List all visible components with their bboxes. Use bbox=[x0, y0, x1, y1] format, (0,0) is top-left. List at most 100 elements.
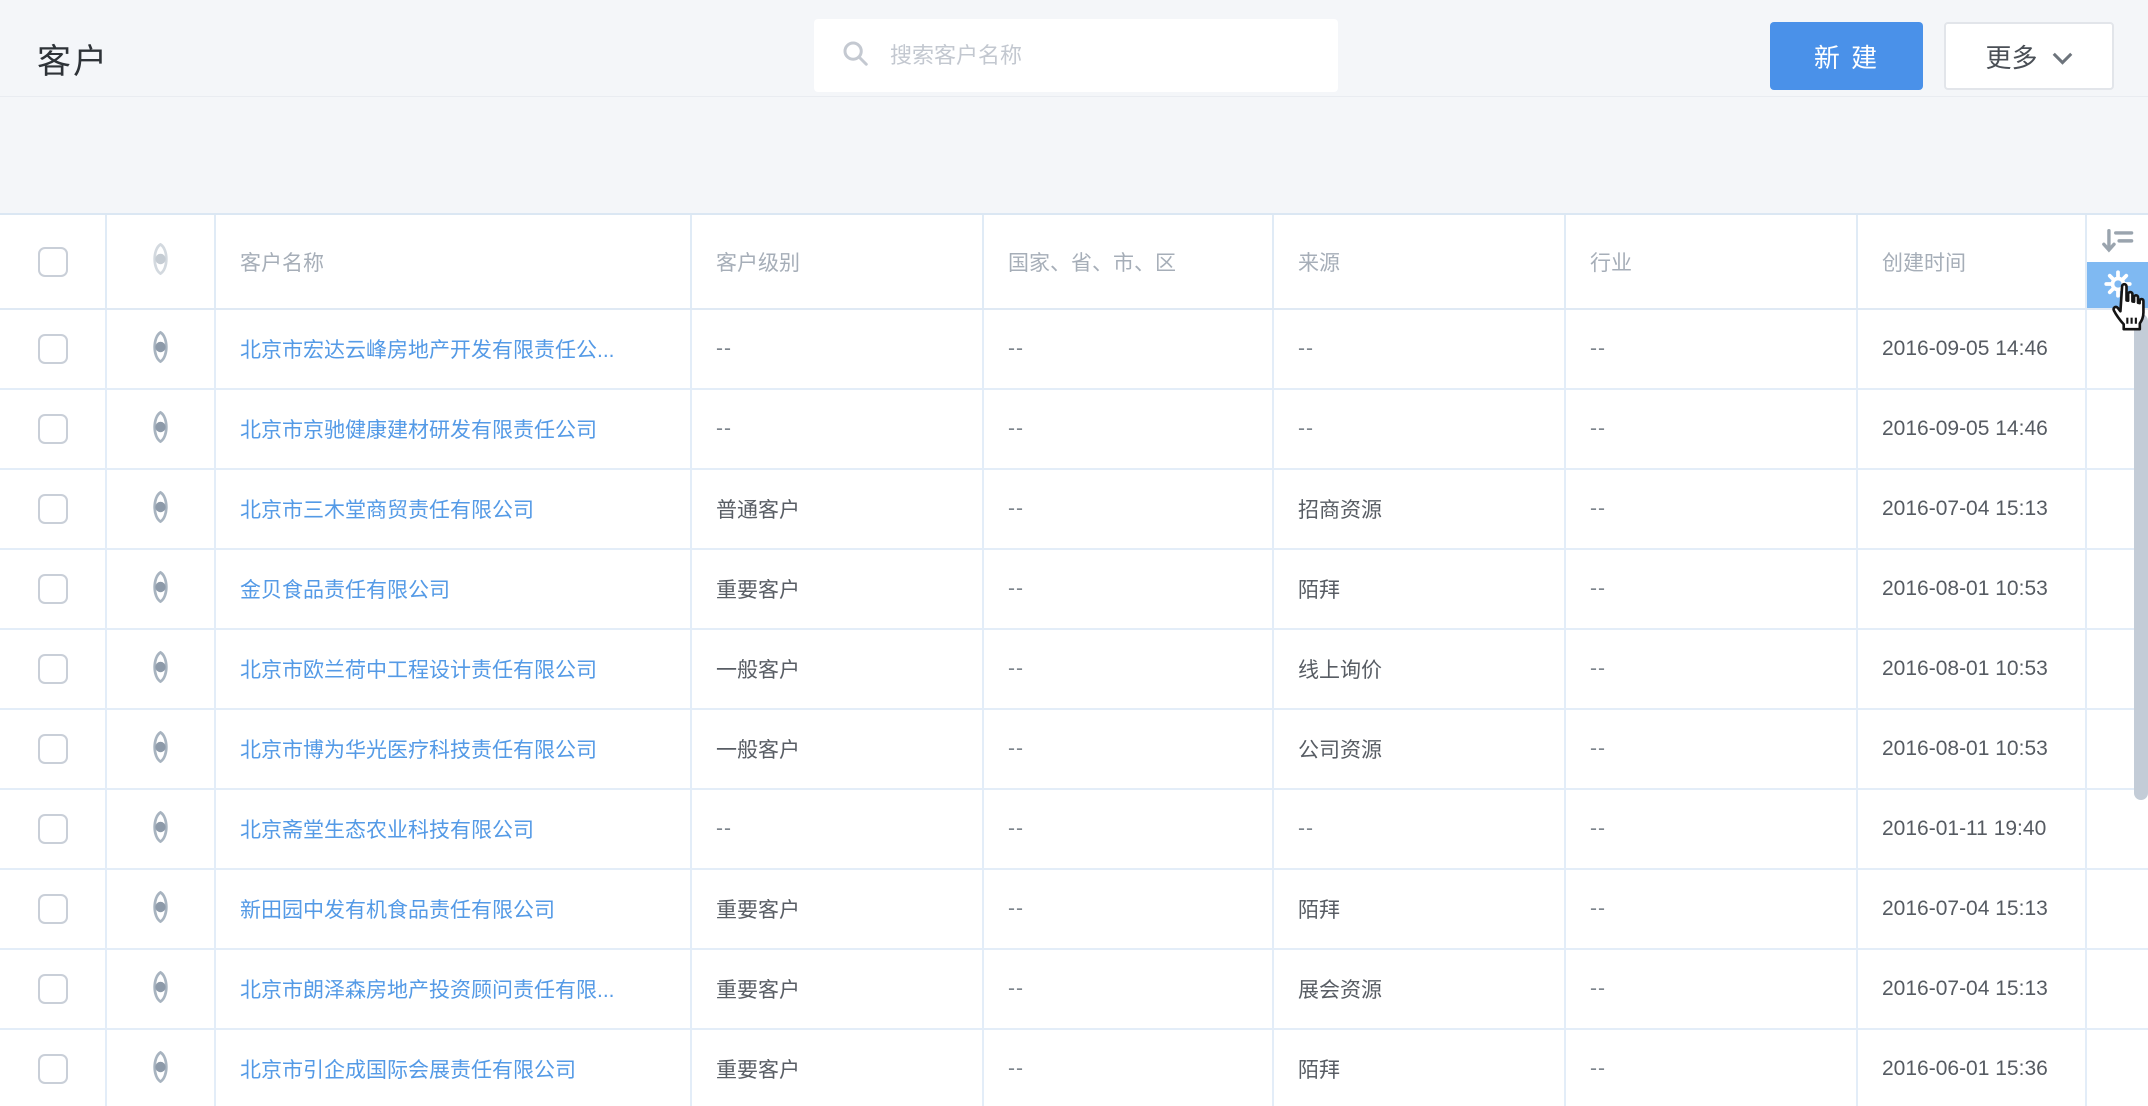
cell-customer-level: 重要客户 bbox=[692, 870, 984, 948]
row-select-cell bbox=[0, 790, 107, 868]
table-row[interactable]: 北京市朗泽森房地产投资顾问责任有限... 重要客户 -- 展会资源 -- 201… bbox=[0, 950, 2148, 1030]
cell-customer-level: 重要客户 bbox=[692, 1030, 984, 1106]
table-row[interactable]: 北京市博为华光医疗科技责任有限公司 一般客户 -- 公司资源 -- 2016-0… bbox=[0, 710, 2148, 790]
cell-region: -- bbox=[984, 950, 1274, 1028]
cell-customer-name: 北京市博为华光医疗科技责任有限公司 bbox=[216, 710, 692, 788]
column-header-source: 来源 bbox=[1274, 215, 1566, 308]
page-title: 客户 bbox=[37, 34, 109, 83]
cell-customer-name: 北京市京驰健康建材研发有限责任公司 bbox=[216, 390, 692, 468]
cell-source: 公司资源 bbox=[1274, 710, 1566, 788]
target-pin-icon bbox=[147, 490, 174, 529]
customer-name-link[interactable]: 北京市欧兰荷中工程设计责任有限公司 bbox=[240, 654, 597, 684]
search-input[interactable] bbox=[890, 43, 1320, 69]
more-button[interactable]: 更多 bbox=[1944, 22, 2114, 90]
customer-name-link[interactable]: 北京斋堂生态农业科技有限公司 bbox=[240, 814, 534, 844]
cell-customer-level: 重要客户 bbox=[692, 550, 984, 628]
cell-source: 陌拜 bbox=[1274, 1030, 1566, 1106]
cell-spacer bbox=[2087, 790, 2148, 868]
table-row[interactable]: 北京斋堂生态农业科技有限公司 -- -- -- -- 2016-01-11 19… bbox=[0, 790, 2148, 870]
cell-region: -- bbox=[984, 550, 1274, 628]
customer-name-link[interactable]: 北京市宏达云峰房地产开发有限责任公... bbox=[240, 334, 615, 364]
cell-industry: -- bbox=[1566, 470, 1858, 548]
table-row[interactable]: 新田园中发有机食品责任有限公司 重要客户 -- 陌拜 -- 2016-07-04… bbox=[0, 870, 2148, 950]
cell-customer-level: 普通客户 bbox=[692, 470, 984, 548]
cell-source: 招商资源 bbox=[1274, 470, 1566, 548]
row-marker-cell bbox=[107, 470, 216, 548]
table-row[interactable]: 北京市京驰健康建材研发有限责任公司 -- -- -- -- 2016-09-05… bbox=[0, 390, 2148, 470]
cell-region: -- bbox=[984, 870, 1274, 948]
cell-created-time: 2016-09-05 14:46 bbox=[1858, 390, 2087, 468]
cell-created-time: 2016-08-01 10:53 bbox=[1858, 550, 2087, 628]
customer-name-link[interactable]: 新田园中发有机食品责任有限公司 bbox=[240, 894, 555, 924]
cell-customer-name: 北京市欧兰荷中工程设计责任有限公司 bbox=[216, 630, 692, 708]
customer-name-link[interactable]: 北京市博为华光医疗科技责任有限公司 bbox=[240, 734, 597, 764]
row-marker-cell bbox=[107, 870, 216, 948]
cell-industry: -- bbox=[1566, 950, 1858, 1028]
cell-customer-level: 一般客户 bbox=[692, 630, 984, 708]
search-box[interactable] bbox=[814, 19, 1338, 92]
cell-customer-level: 一般客户 bbox=[692, 710, 984, 788]
customer-name-link[interactable]: 北京市三木堂商贸责任有限公司 bbox=[240, 494, 534, 524]
column-settings-button[interactable] bbox=[2087, 262, 2148, 308]
cell-customer-name: 北京市三木堂商贸责任有限公司 bbox=[216, 470, 692, 548]
row-checkbox[interactable] bbox=[38, 894, 68, 924]
row-select-cell bbox=[0, 310, 107, 388]
header-select-all-cell bbox=[0, 215, 107, 308]
row-select-cell bbox=[0, 1030, 107, 1106]
row-select-cell bbox=[0, 630, 107, 708]
cell-industry: -- bbox=[1566, 790, 1858, 868]
cell-customer-name: 北京市宏达云峰房地产开发有限责任公... bbox=[216, 310, 692, 388]
cell-region: -- bbox=[984, 390, 1274, 468]
cell-source: -- bbox=[1274, 310, 1566, 388]
cell-region: -- bbox=[984, 470, 1274, 548]
cell-customer-level: -- bbox=[692, 310, 984, 388]
row-checkbox[interactable] bbox=[38, 414, 68, 444]
row-marker-cell bbox=[107, 1030, 216, 1106]
customer-name-link[interactable]: 金贝食品责任有限公司 bbox=[240, 574, 450, 604]
customer-name-link[interactable]: 北京市朗泽森房地产投资顾问责任有限... bbox=[240, 974, 615, 1004]
row-checkbox[interactable] bbox=[38, 734, 68, 764]
cell-created-time: 2016-01-11 19:40 bbox=[1858, 790, 2087, 868]
cell-region: -- bbox=[984, 310, 1274, 388]
toolbar: 场景 我负责的客户 视图: 列表 地图 高级筛选 bbox=[0, 98, 2148, 213]
row-checkbox[interactable] bbox=[38, 974, 68, 1004]
cell-industry: -- bbox=[1566, 1030, 1858, 1106]
row-select-cell bbox=[0, 390, 107, 468]
sort-icon[interactable] bbox=[2101, 227, 2135, 262]
customer-name-link[interactable]: 北京市京驰健康建材研发有限责任公司 bbox=[240, 414, 597, 444]
cell-industry: -- bbox=[1566, 550, 1858, 628]
target-pin-icon bbox=[147, 970, 174, 1009]
column-header-created: 创建时间 bbox=[1858, 215, 2087, 308]
row-checkbox[interactable] bbox=[38, 334, 68, 364]
cell-spacer bbox=[2087, 870, 2148, 948]
table-row[interactable]: 北京市宏达云峰房地产开发有限责任公... -- -- -- -- 2016-09… bbox=[0, 310, 2148, 390]
cell-spacer bbox=[2087, 950, 2148, 1028]
cell-created-time: 2016-09-05 14:46 bbox=[1858, 310, 2087, 388]
customer-name-link[interactable]: 北京市引企成国际会展责任有限公司 bbox=[240, 1054, 576, 1084]
table-row[interactable]: 北京市引企成国际会展责任有限公司 重要客户 -- 陌拜 -- 2016-06-0… bbox=[0, 1030, 2148, 1106]
cell-industry: -- bbox=[1566, 310, 1858, 388]
cell-industry: -- bbox=[1566, 710, 1858, 788]
table-row[interactable]: 北京市欧兰荷中工程设计责任有限公司 一般客户 -- 线上询价 -- 2016-0… bbox=[0, 630, 2148, 710]
row-checkbox[interactable] bbox=[38, 574, 68, 604]
customer-table: 客户名称 客户级别 国家、省、市、区 来源 行业 创建时间 北京市宏达云峰房地产 bbox=[0, 213, 2148, 1106]
cell-source: 陌拜 bbox=[1274, 870, 1566, 948]
target-pin-icon bbox=[147, 650, 174, 689]
row-checkbox[interactable] bbox=[38, 814, 68, 844]
vertical-scrollbar[interactable] bbox=[2134, 314, 2148, 800]
table-row[interactable]: 北京市三木堂商贸责任有限公司 普通客户 -- 招商资源 -- 2016-07-0… bbox=[0, 470, 2148, 550]
new-button[interactable]: 新 建 bbox=[1770, 22, 1923, 90]
select-all-checkbox[interactable] bbox=[38, 247, 68, 277]
row-marker-cell bbox=[107, 710, 216, 788]
row-checkbox[interactable] bbox=[38, 1054, 68, 1084]
row-marker-cell bbox=[107, 550, 216, 628]
row-marker-cell bbox=[107, 630, 216, 708]
row-checkbox[interactable] bbox=[38, 494, 68, 524]
cell-created-time: 2016-07-04 15:13 bbox=[1858, 870, 2087, 948]
cell-created-time: 2016-08-01 10:53 bbox=[1858, 710, 2087, 788]
row-checkbox[interactable] bbox=[38, 654, 68, 684]
cell-customer-name: 北京斋堂生态农业科技有限公司 bbox=[216, 790, 692, 868]
table-row[interactable]: 金贝食品责任有限公司 重要客户 -- 陌拜 -- 2016-08-01 10:5… bbox=[0, 550, 2148, 630]
cell-source: 线上询价 bbox=[1274, 630, 1566, 708]
cell-industry: -- bbox=[1566, 630, 1858, 708]
